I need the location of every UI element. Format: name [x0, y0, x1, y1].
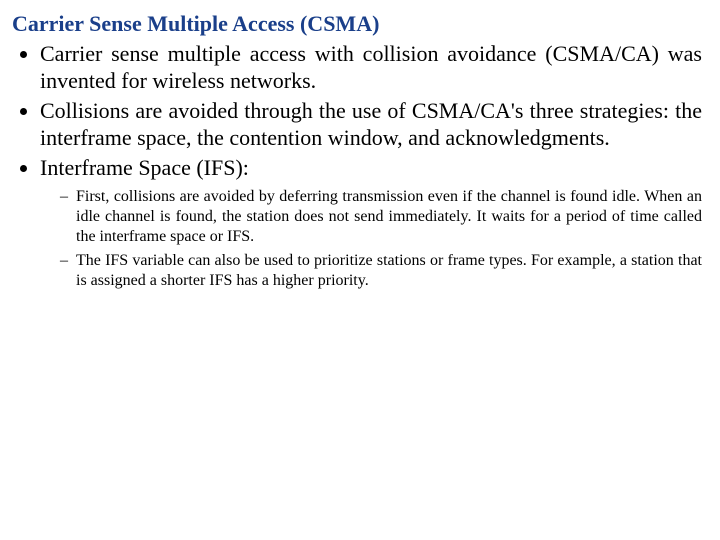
- sub-bullet-item: First, collisions are avoided by deferri…: [60, 187, 702, 247]
- slide-title: Carrier Sense Multiple Access (CSMA): [12, 10, 702, 38]
- slide: Carrier Sense Multiple Access (CSMA) Car…: [0, 0, 720, 540]
- bullet-item: Collisions are avoided through the use o…: [40, 97, 702, 152]
- sub-bullet-item: The IFS variable can also be used to pri…: [60, 251, 702, 291]
- bullet-item: Interframe Space (IFS):: [40, 154, 702, 182]
- bullet-item: Carrier sense multiple access with colli…: [40, 40, 702, 95]
- sub-bullet-list: First, collisions are avoided by deferri…: [12, 187, 702, 291]
- bullet-list: Carrier sense multiple access with colli…: [12, 40, 702, 182]
